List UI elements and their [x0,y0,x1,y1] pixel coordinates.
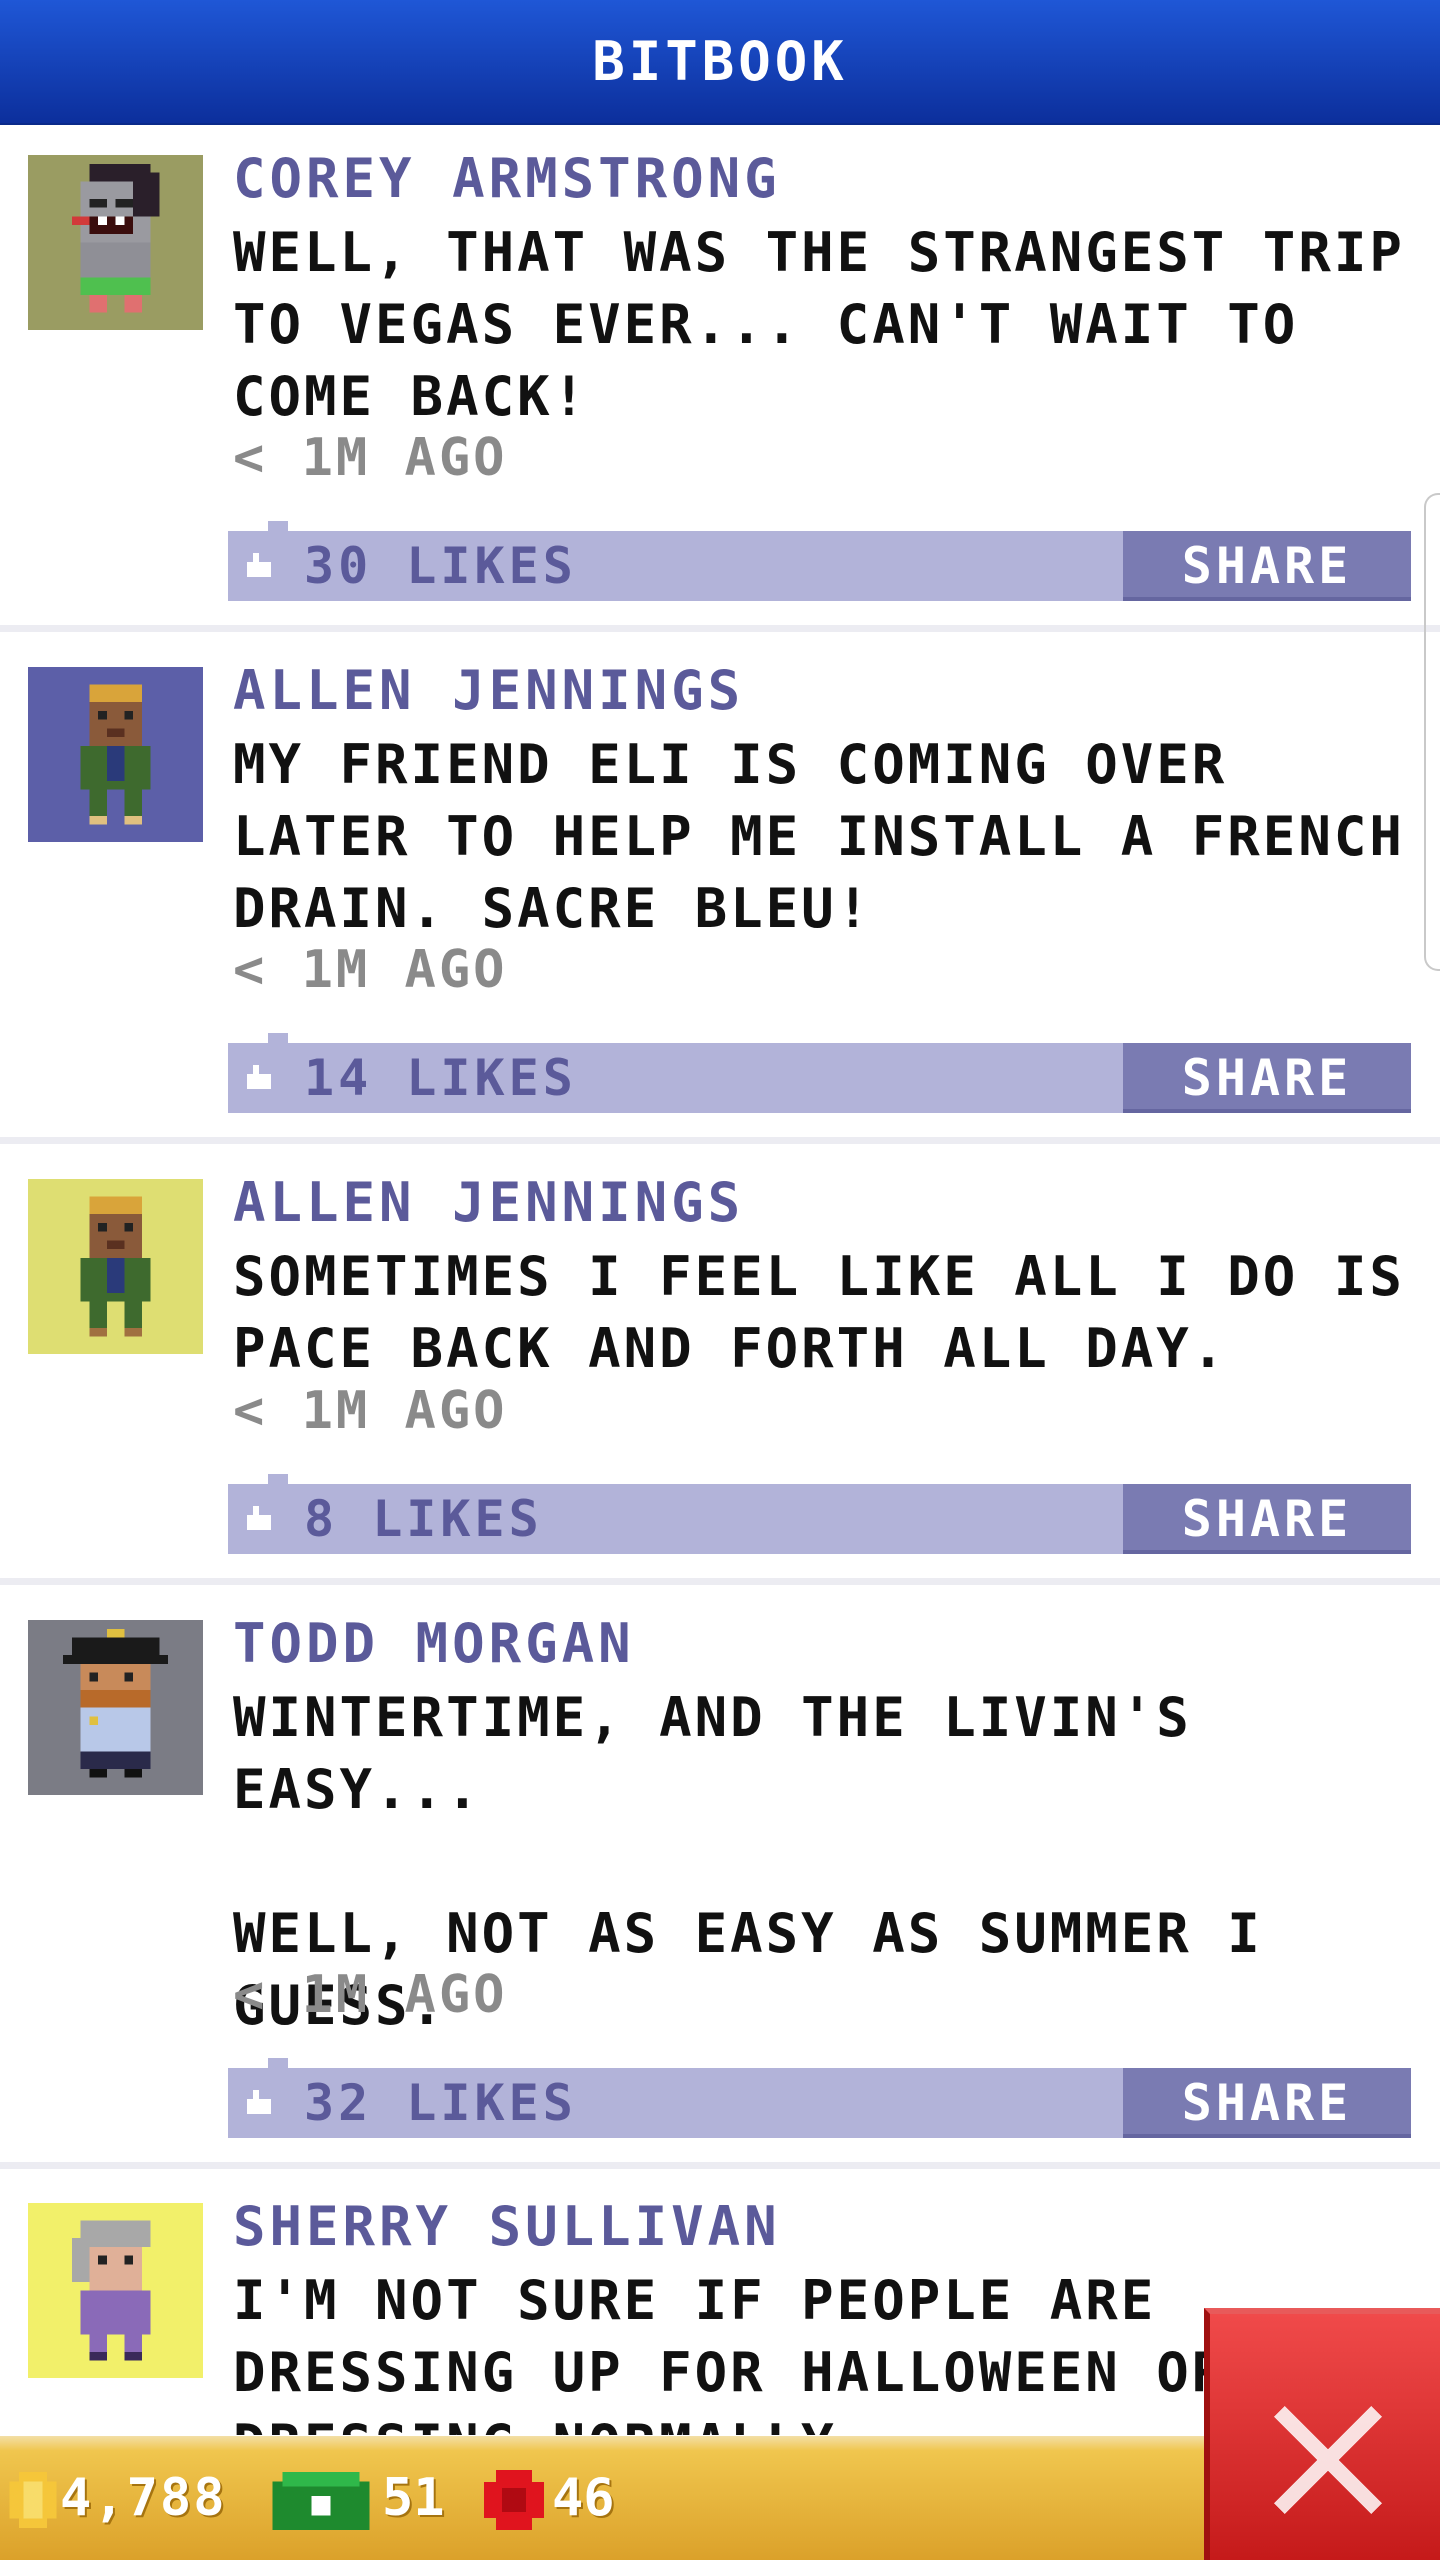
close-icon [1274,2406,1382,2514]
thumbs-up-icon[interactable] [244,1503,274,1533]
coins-count: 4,788 [60,2468,227,2528]
share-button[interactable]: SHARE [1123,1043,1411,1113]
man-avatar-icon[interactable] [28,1179,203,1354]
app-header: BITBOOK [0,0,1440,125]
post-divider [0,2162,1440,2169]
like-count[interactable]: 30 LIKES [304,531,577,601]
close-button[interactable] [1204,2308,1440,2560]
author-name[interactable]: SHERRY SULLIVAN [233,2195,781,2258]
like-bar: 32 LIKES SHARE [228,2058,1411,2138]
share-button[interactable]: SHARE [1123,1484,1411,1554]
like-count[interactable]: 8 LIKES [304,1484,543,1554]
like-bar: 30 LIKES SHARE [228,521,1411,601]
thumbs-up-icon[interactable] [244,2087,274,2117]
like-bar: 8 LIKES SHARE [228,1474,1411,1554]
zombie-avatar-icon[interactable] [28,155,203,330]
author-name[interactable]: ALLEN JENNINGS [233,659,744,722]
like-count[interactable]: 32 LIKES [304,2068,577,2138]
post-divider [0,625,1440,632]
man-avatar-icon[interactable] [28,667,203,842]
post-text: MY FRIEND ELI IS COMING OVER LATER TO HE… [233,733,1440,940]
post-feed[interactable]: COREY ARMSTRONG WELL, THAT WAS THE STRAN… [0,125,1440,2435]
like-bar-notch [268,521,288,531]
thumbs-up-icon[interactable] [244,1062,274,1092]
bux-icon [272,2472,370,2530]
like-bar-notch [268,1474,288,1484]
post-text: WELL, THAT WAS THE STRANGEST TRIP TO VEG… [233,221,1440,428]
post-divider [0,1137,1440,1144]
stock-count: 46 [552,2468,615,2528]
like-count[interactable]: 14 LIKES [304,1043,577,1113]
thumbs-up-icon[interactable] [244,550,274,580]
author-name[interactable]: COREY ARMSTRONG [233,147,781,210]
post-timestamp: < 1M AGO [233,1965,508,2025]
coin-icon [9,2472,57,2528]
page-title: BITBOOK [592,30,848,93]
police-officer-avatar-icon[interactable] [28,1620,203,1795]
stock-icon [484,2470,544,2530]
like-bar-notch [268,1033,288,1043]
scrollbar[interactable] [1424,493,1440,971]
share-button[interactable]: SHARE [1123,531,1411,601]
elderly-woman-avatar-icon[interactable] [28,2203,203,2378]
post-timestamp: < 1M AGO [233,940,508,1000]
post-text: SOMETIMES I FEEL LIKE ALL I DO IS PACE B… [233,1245,1440,1380]
post-timestamp: < 1M AGO [233,1381,508,1441]
post-timestamp: < 1M AGO [233,428,508,488]
share-button[interactable]: SHARE [1123,2068,1411,2138]
like-bar-notch [268,2058,288,2068]
post-divider [0,1578,1440,1585]
author-name[interactable]: TODD MORGAN [233,1612,635,1675]
bux-count: 51 [382,2468,445,2528]
author-name[interactable]: ALLEN JENNINGS [233,1171,744,1234]
like-bar: 14 LIKES SHARE [228,1033,1411,1113]
